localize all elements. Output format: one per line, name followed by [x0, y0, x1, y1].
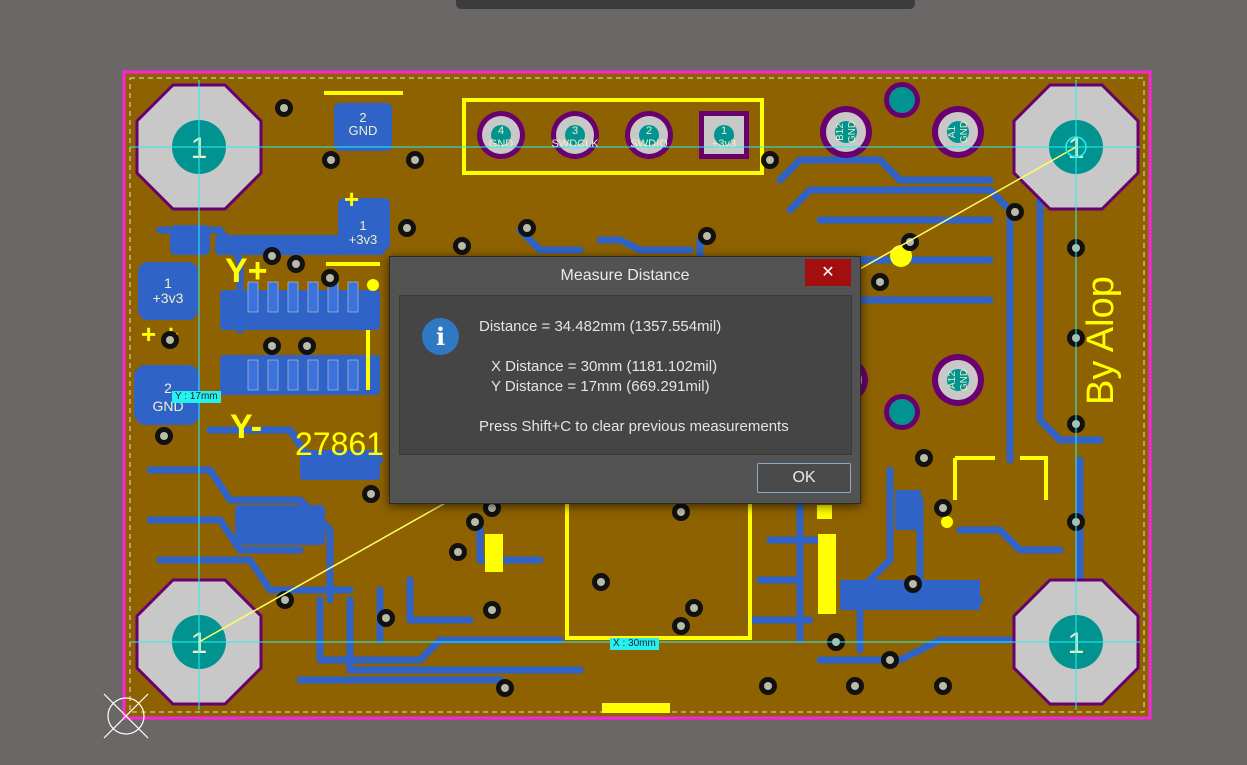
v33-left-label: +3v3 — [153, 290, 184, 306]
a12-name: A12 — [947, 371, 958, 389]
v33-top-label: +3v3 — [349, 232, 378, 247]
pin1-num: 1 — [721, 125, 727, 137]
pin3-num: 3 — [572, 125, 578, 137]
b12-name: B12 — [835, 123, 846, 141]
silk-plus: + — [344, 184, 359, 214]
b12-label: GND — [847, 121, 858, 143]
pin2-label: SWDIO — [630, 138, 668, 150]
x-measure-tag: X : 30mm — [610, 638, 659, 650]
hint-text: Press Shift+C to clear previous measurem… — [479, 418, 789, 435]
distance-text: Distance = 34.482mm (1357.554mil) — [479, 318, 722, 335]
pin4-label: GND — [489, 138, 514, 150]
measure-distance-dialog: Measure Distance ✕ i Distance = 34.482mm… — [389, 256, 861, 504]
gnd-top-label: GND — [349, 123, 378, 138]
x-distance-text: X Distance = 30mm (1181.102mil) — [491, 358, 718, 375]
ok-button[interactable]: OK — [757, 463, 851, 493]
silk-y-minus: Y- — [230, 408, 262, 446]
a1-name: A1 — [947, 125, 958, 138]
pin1-label: +3v3 — [712, 138, 736, 150]
dialog-content: i Distance = 34.482mm (1357.554mil) X Di… — [399, 295, 852, 455]
y-measure-tag: Y : 17mm — [172, 391, 221, 403]
silk-part-number: 27861 — [295, 426, 384, 462]
pin2-num: 2 — [646, 125, 652, 137]
info-icon: i — [422, 318, 459, 355]
y-distance-text: Y Distance = 17mm (669.291mil) — [491, 378, 710, 395]
silk-author: By Alop — [1080, 276, 1122, 405]
v33-left-num: 1 — [164, 275, 172, 291]
close-button[interactable]: ✕ — [805, 259, 851, 286]
silk-y-plus: Y+ — [225, 252, 268, 290]
pin3-label: SWDCLK — [551, 138, 599, 150]
v33-top-num: 1 — [359, 218, 366, 233]
a12-label: GND — [959, 369, 970, 391]
pin4-num: 4 — [498, 125, 504, 137]
gnd-left-num: 2 — [164, 380, 172, 396]
dialog-title: Measure Distance — [560, 267, 690, 284]
a1-label: GND — [959, 121, 970, 143]
